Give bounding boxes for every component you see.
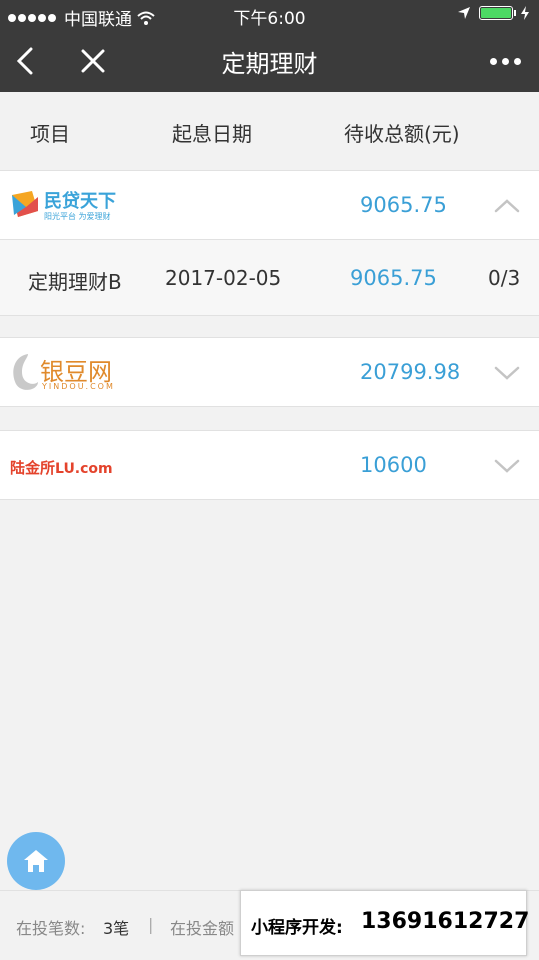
detail-start-date: 2017-02-05 xyxy=(165,266,282,290)
more-icon xyxy=(489,57,521,65)
mindai-logo-text: 民贷天下 xyxy=(44,191,116,212)
promo-phone: 13691612727 xyxy=(361,909,530,934)
chevron-down-icon[interactable] xyxy=(494,360,520,386)
table-header: 项目 起息日期 待收总额(元) xyxy=(0,92,539,170)
status-bar: 中国联通 下午6:00 xyxy=(0,0,539,30)
lu-logo: 陆金所LU.com xyxy=(10,457,130,479)
footer-amount-label: 在投金额 xyxy=(170,919,235,938)
promo-label: 小程序开发: xyxy=(251,918,343,938)
lu-logo-domain: LU.com xyxy=(55,461,113,477)
footer-separator: | xyxy=(148,915,154,934)
header-start-date: 起息日期 xyxy=(172,122,252,146)
platform-row-yindou[interactable]: 银豆网 YINDOU.COM 20799.98 xyxy=(0,337,539,407)
footer-count-label: 在投笔数: xyxy=(16,919,86,938)
detail-progress: 0/3 xyxy=(488,266,521,290)
header-project: 项目 xyxy=(30,122,70,146)
mindai-logo: 民贷天下 阳光平台 为爱理财 xyxy=(10,187,130,227)
more-button[interactable] xyxy=(485,44,525,78)
footer-count-value: 3笔 xyxy=(103,919,130,938)
nav-bar: 定期理财 xyxy=(0,30,539,92)
platform-row-lu[interactable]: 陆金所LU.com 10600 xyxy=(0,430,539,500)
home-button[interactable] xyxy=(7,832,65,890)
chevron-down-icon[interactable] xyxy=(494,453,520,479)
home-icon xyxy=(24,850,48,872)
yindou-logo-domain: YINDOU.COM xyxy=(42,382,115,391)
page-title: 定期理财 xyxy=(221,50,318,78)
location-arrow-icon xyxy=(458,7,470,19)
yindou-logo: 银豆网 YINDOU.COM xyxy=(10,352,130,396)
promo-banner: 小程序开发: 13691612727 xyxy=(240,890,530,956)
platform-amount: 9065.75 xyxy=(360,193,447,217)
charging-icon xyxy=(521,6,529,20)
detail-amount: 9065.75 xyxy=(350,266,437,290)
investment-detail-row[interactable]: 定期理财B 2017-02-05 9065.75 0/3 xyxy=(0,240,539,316)
header-pending-total: 待收总额(元) xyxy=(344,122,460,146)
lu-logo-text: 陆金所 xyxy=(10,459,56,477)
detail-product-name: 定期理财B xyxy=(28,270,122,294)
platform-amount: 20799.98 xyxy=(360,360,461,384)
yindou-logo-icon xyxy=(13,354,39,390)
battery-icon xyxy=(479,6,516,20)
mindai-logo-slogan: 阳光平台 为爱理财 xyxy=(44,212,111,221)
platform-amount: 10600 xyxy=(360,453,427,477)
platform-row-mindai[interactable]: 民贷天下 阳光平台 为爱理财 9065.75 xyxy=(0,170,539,240)
mindai-logo-icon xyxy=(12,191,38,217)
chevron-up-icon[interactable] xyxy=(494,193,520,219)
